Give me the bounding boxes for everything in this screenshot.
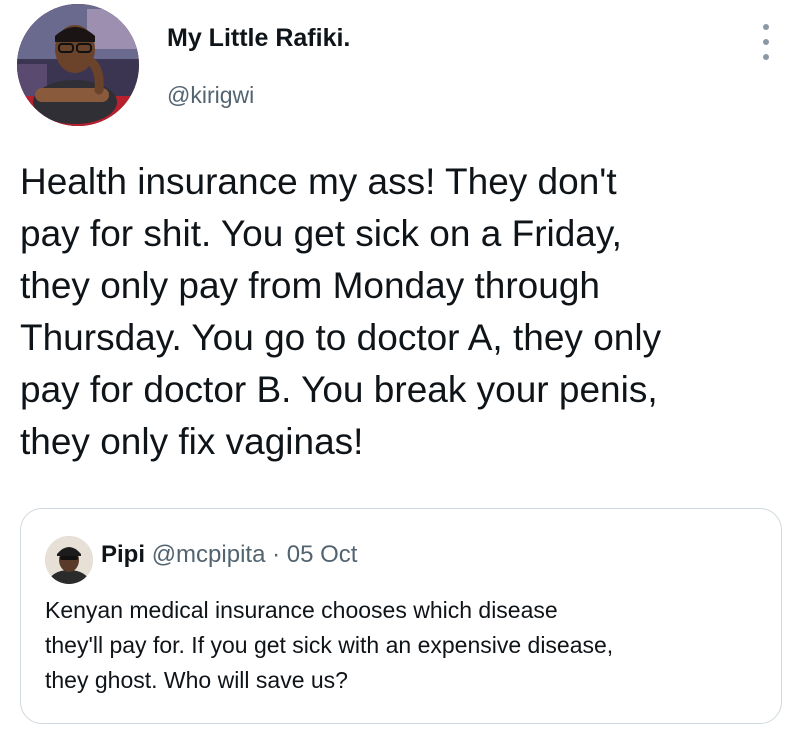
author-handle[interactable]: @kirigwi xyxy=(167,82,254,109)
more-vertical-icon[interactable] xyxy=(756,24,776,60)
tweet-text-line: pay for doctor B. You break your penis, xyxy=(20,369,658,410)
quoted-author-handle[interactable]: @mcpipita xyxy=(152,541,266,568)
tweet-text-line: pay for shit. You get sick on a Friday, xyxy=(20,213,622,254)
more-dot xyxy=(763,39,769,45)
tweet: My Little Rafiki. @kirigwi Health insura… xyxy=(0,0,800,747)
more-dot xyxy=(763,54,769,60)
tweet-text-line: Health insurance my ass! They don't xyxy=(20,161,617,202)
quoted-author-name[interactable]: Pipi xyxy=(101,541,145,568)
tweet-text-line: they only pay from Monday through xyxy=(20,265,600,306)
author-display-name[interactable]: My Little Rafiki. xyxy=(167,24,350,53)
tweet-text-line: Thursday. You go to doctor A, they only xyxy=(20,317,662,358)
quoted-author-avatar[interactable] xyxy=(45,536,93,584)
quoted-text-line: they'll pay for. If you get sick with an… xyxy=(45,632,614,658)
tweet-text-line: they only fix vaginas! xyxy=(20,421,364,462)
more-dot xyxy=(763,24,769,30)
author-avatar[interactable] xyxy=(17,4,139,126)
quoted-text-line: Kenyan medical insurance chooses which d… xyxy=(45,597,558,623)
quoted-tweet-card[interactable]: Pipi @mcpipita · 05 Oct Kenyan medical i… xyxy=(20,508,782,724)
quoted-tweet-text: Kenyan medical insurance chooses which d… xyxy=(45,593,775,698)
quoted-text-line: they ghost. Who will save us? xyxy=(45,667,348,693)
header-separator: · xyxy=(272,541,281,568)
quoted-tweet-header: Pipi @mcpipita · 05 Oct xyxy=(101,541,357,569)
quoted-tweet-date[interactable]: 05 Oct xyxy=(287,541,358,568)
tweet-text: Health insurance my ass! They don't pay … xyxy=(20,156,790,468)
